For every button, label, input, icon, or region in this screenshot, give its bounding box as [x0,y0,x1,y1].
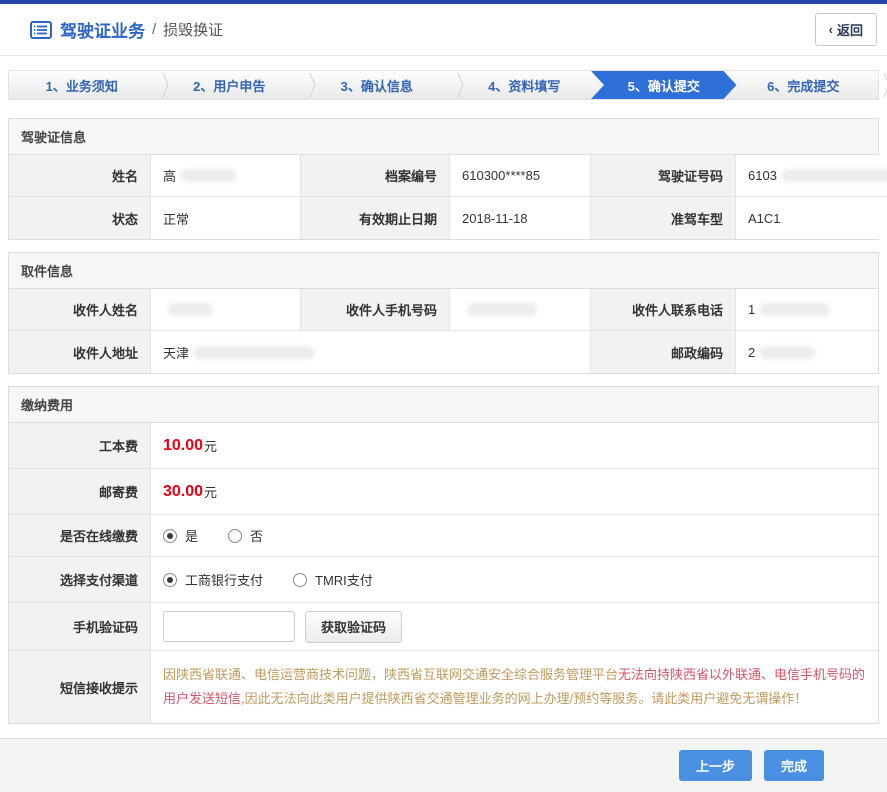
online-payment-options: 是 否 [151,515,878,557]
list-icon [30,20,52,39]
status-label: 状态 [9,197,151,239]
payment-channel-options: 工商银行支付 TMRI支付 [151,557,878,603]
radio-icon [163,572,177,587]
fee-unit: 元 [204,439,218,454]
recipient-phone-label: 收件人联系电话 [591,289,736,331]
name-label: 姓名 [9,155,151,197]
redaction-blur [168,303,213,316]
vehicle-class-label: 准驾车型 [591,197,736,239]
recipient-name-value [151,289,301,331]
fee-amount: 10.00 [163,436,204,454]
sms-notice-label: 短信接收提示 [9,651,151,724]
license-number-value: 6103 [736,155,887,197]
sms-notice-text: 因陕西省联通、电信运营商技术问题，陕西省互联网交通安全综合服务管理平台无法向持陕… [151,651,878,724]
postage-fee-label: 邮寄费 [9,469,151,515]
sms-code-label: 手机验证码 [9,603,151,651]
license-number-label: 驾驶证号码 [591,155,736,197]
fee-unit: 元 [204,485,218,500]
step-6-complete[interactable]: 6、完成提交 [731,71,877,99]
postage-fee-value: 30.00 元 [151,469,878,515]
redaction-blur [760,303,831,316]
postcode-label: 邮政编码 [591,331,736,373]
breadcrumb-current: 损毁换证 [163,22,224,39]
footer-action-bar: 上一步 完成 [0,738,887,792]
step-1-notice[interactable]: 1、业务须知 [9,71,155,99]
get-code-button[interactable]: 获取验证码 [305,610,403,643]
step-2-declare[interactable]: 2、用户申告 [157,71,303,99]
radio-icon [163,528,177,543]
sms-code-input[interactable] [163,611,295,642]
notice-part-3: 因此无法向此类用户提供陕西省交通管理业务的网上办理/预约等服务。请此类用户避免无… [244,691,808,707]
recipient-mobile-label: 收件人手机号码 [301,289,450,331]
file-number-value: 610300****85 [450,155,591,197]
pickup-section-title: 取件信息 [9,253,878,289]
radio-label: TMRI支付 [315,573,373,588]
sms-code-row: 获取验证码 [151,603,878,651]
chevron-left-icon: ‹ [828,22,833,37]
vehicle-class-value: A1C1 [736,197,887,239]
recipient-mobile-value [450,289,591,331]
name-value: 高 [151,155,301,197]
back-button-label: 返回 [836,23,863,38]
page-header: 驾驶证业务 / 损毁换证 ‹ 返回 [0,4,887,56]
previous-step-button[interactable]: 上一步 [678,750,752,782]
radio-label: 是 [185,529,199,544]
step-separator [876,71,878,99]
license-info-section: 驾驶证信息 姓名 高 档案编号 610300****85 驾驶证号码 6103 … [8,118,887,240]
redaction-blur [781,169,887,182]
postcode-value: 2 [736,331,878,373]
radio-channel-icbc[interactable]: 工商银行支付 [163,570,263,589]
radio-label: 工商银行支付 [185,573,264,588]
file-number-label: 档案编号 [301,155,450,197]
expiry-value: 2018-11-18 [450,197,591,239]
back-button[interactable]: ‹ 返回 [814,13,877,46]
fee-amount: 30.00 [163,482,204,500]
status-value: 正常 [151,197,301,239]
radio-label: 否 [250,529,264,544]
license-section-title: 驾驶证信息 [9,119,878,155]
recipient-address-value: 天津 [151,331,591,373]
recipient-name-label: 收件人姓名 [9,289,151,331]
step-5-confirm-submit[interactable]: 5、确认提交 [591,71,737,99]
online-payment-label: 是否在线缴费 [9,515,151,557]
pickup-info-section: 取件信息 收件人姓名 收件人手机号码 收件人联系电话 1 收件人地址 天津 邮政… [8,252,879,374]
payment-section: 缴纳费用 工本费 10.00 元 邮寄费 30.00 元 是否在线缴费 是 否 选择… [8,386,879,725]
production-fee-label: 工本费 [9,423,151,469]
expiry-label: 有效期止日期 [301,197,450,239]
production-fee-value: 10.00 元 [151,423,878,469]
recipient-phone-value: 1 [736,289,878,331]
redaction-blur [467,303,537,316]
notice-part-1: 因陕西省联通、电信运营商技术问题，陕西省互联网交通安全综合服务管理平台 [163,667,619,682]
page-title: 驾驶证业务 [60,22,145,41]
finish-button[interactable]: 完成 [763,750,824,782]
radio-online-no[interactable]: 否 [228,526,263,545]
step-3-confirm-info[interactable]: 3、确认信息 [304,71,450,99]
step-bar: 1、业务须知 2、用户申告 3、确认信息 4、资料填写 5、确认提交 6、完成提… [8,70,879,100]
breadcrumb-separator: / [152,21,157,38]
radio-online-yes[interactable]: 是 [163,526,198,545]
payment-section-title: 缴纳费用 [9,387,878,423]
redaction-blur [194,345,315,359]
radio-channel-tmri[interactable]: TMRI支付 [293,570,373,589]
redaction-blur [181,169,237,182]
step-4-fill-data[interactable]: 4、资料填写 [452,71,598,99]
recipient-address-label: 收件人地址 [9,331,151,373]
radio-icon [293,572,308,587]
radio-icon [228,528,243,543]
payment-channel-label: 选择支付渠道 [9,557,151,603]
redaction-blur [760,345,816,359]
